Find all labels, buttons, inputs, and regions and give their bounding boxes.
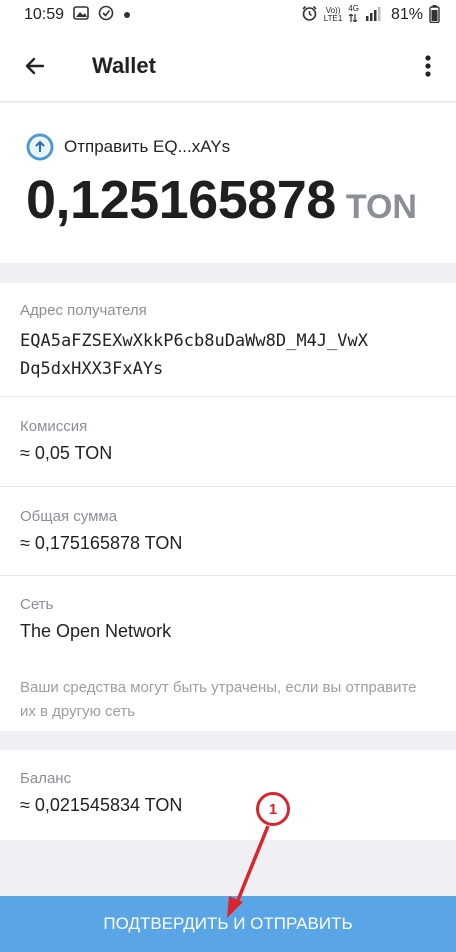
annotation-arrow	[227, 825, 270, 918]
annotation-step-badge: 1	[256, 792, 290, 826]
